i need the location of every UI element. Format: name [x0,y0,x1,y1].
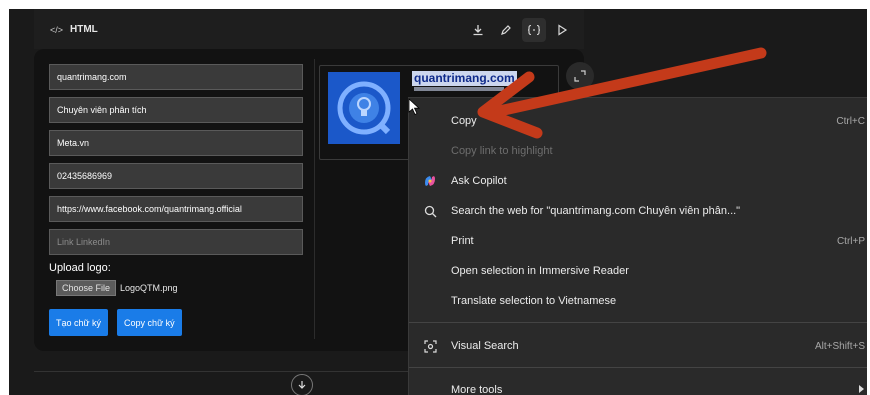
job-title-field[interactable]: Chuyên viên phân tích [49,97,303,123]
company-field[interactable]: Meta.vn [49,130,303,156]
linkedin-field[interactable]: Link LinkedIn [49,229,303,255]
menu-separator [409,367,867,368]
chosen-file-name: LogoQTM.png [120,283,178,293]
form-actions: Tạo chữ ký Copy chữ ký [49,309,303,336]
menu-item-label: Search the web for "quantrimang.com Chuy… [451,205,741,217]
menu-item-shortcut: Alt+Shift+S [814,340,865,352]
run-button[interactable] [550,18,574,42]
preview-divider [314,59,315,339]
context-menu: Copy Ctrl+C Copy link to highlight Ask C… [408,97,867,395]
menu-item-translate[interactable]: Translate selection to Vietnamese [409,286,867,316]
mouse-cursor-icon [408,98,420,116]
play-icon [558,24,568,36]
menu-item-immersive-reader[interactable]: Open selection in Immersive Reader [409,256,867,286]
menu-item-more-tools[interactable]: More tools [409,375,867,395]
menu-item-search-web[interactable]: Search the web for "quantrimang.com Chuy… [409,196,867,226]
copilot-icon [425,176,435,186]
signature-name-selected[interactable]: quantrimang.com [412,71,517,86]
menu-item-visual-search[interactable]: Visual Search Alt+Shift+S [409,331,867,361]
panel-title: </> HTML [50,24,98,35]
expand-button[interactable] [566,62,594,90]
upload-logo-label: Upload logo: [49,262,111,274]
menu-separator [409,322,867,323]
menu-item-print[interactable]: Print Ctrl+P [409,226,867,256]
create-signature-button[interactable]: Tạo chữ ký [49,309,109,336]
menu-item-label: Print [451,235,474,247]
menu-item-label: Copy link to highlight [451,145,553,157]
lightbulb-logo-icon [337,81,391,135]
code-icon: </> [50,24,64,35]
pencil-icon [501,25,511,35]
panel-title-label: HTML [70,24,98,35]
menu-item-label: Visual Search [451,340,519,352]
choose-file-button[interactable]: Choose File [56,280,117,296]
download-button[interactable] [466,18,490,42]
braces-icon [527,24,541,36]
copy-signature-button[interactable]: Copy chữ ký [117,309,182,336]
menu-item-label: Copy [451,115,477,127]
signature-form: quantrimang.com Chuyên viên phân tích Me… [49,64,303,336]
menu-item-copy-link-to-highlight: Copy link to highlight [409,136,867,166]
menu-item-shortcut: Ctrl+P [836,235,865,247]
code-view-button[interactable] [522,18,546,42]
menu-item-shortcut: Ctrl+C [836,115,865,127]
selection-highlight-line [414,87,504,91]
expand-icon [574,70,586,82]
company-logo [328,72,400,144]
facebook-field[interactable]: https://www.facebook.com/quantrimang.off… [49,196,303,222]
file-picker: Choose File LogoQTM.png [56,280,303,296]
menu-item-label: More tools [451,384,503,395]
phone-field[interactable]: 02435686969 [49,163,303,189]
download-icon [473,25,483,36]
submenu-arrow-icon [857,384,865,395]
website-field[interactable]: quantrimang.com [49,64,303,90]
menu-item-label: Ask Copilot [451,175,507,187]
search-icon [424,205,436,217]
menu-item-copy[interactable]: Copy Ctrl+C [409,106,867,136]
menu-item-ask-copilot[interactable]: Ask Copilot [409,166,867,196]
panel-toolbar [466,18,574,42]
scroll-down-button[interactable] [291,374,313,395]
edit-button[interactable] [494,18,518,42]
menu-item-label: Open selection in Immersive Reader [451,265,629,277]
menu-item-label: Translate selection to Vietnamese [451,295,617,307]
app-screen: </> HTML quantrimang.com Chuyên viên phâ… [9,9,867,395]
visual-search-icon [423,339,437,353]
arrow-down-icon [298,381,306,389]
html-panel-header: </> HTML [34,9,584,49]
